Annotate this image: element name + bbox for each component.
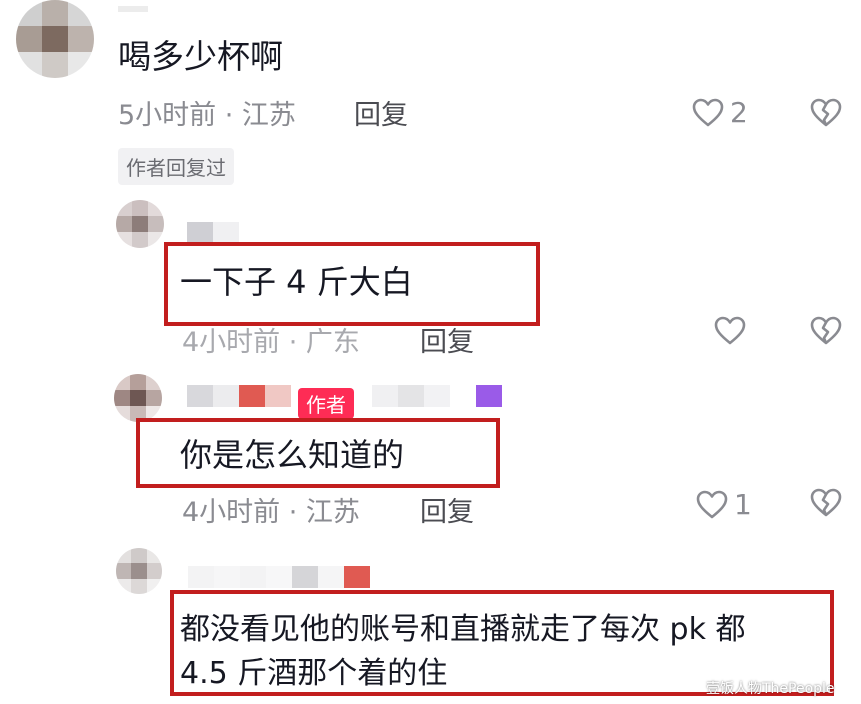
broken-heart-icon[interactable] xyxy=(810,98,842,128)
username-blurred[interactable] xyxy=(118,6,148,14)
broken-heart-icon[interactable] xyxy=(810,488,842,518)
comment-meta: 4小时前 · 广东 xyxy=(182,327,360,358)
broken-heart-icon[interactable] xyxy=(810,316,842,346)
avatar[interactable] xyxy=(114,374,162,422)
like-button[interactable]: 2 xyxy=(692,96,748,129)
comment-meta: 5小时前 · 江苏 xyxy=(118,100,296,131)
heart-outline-icon xyxy=(692,98,724,126)
username-blurred[interactable] xyxy=(187,385,291,407)
username-blurred[interactable] xyxy=(187,222,239,244)
author-replied-tag: 作者回复过 xyxy=(118,148,234,185)
reply-button[interactable]: 回复 xyxy=(354,93,408,132)
author-badge: 作者 xyxy=(298,388,354,419)
highlight-box xyxy=(136,418,500,488)
watermark: 壹饭人物ThePeople xyxy=(706,681,835,697)
like-button[interactable]: 1 xyxy=(696,488,752,521)
like-count: 1 xyxy=(734,488,752,521)
avatar[interactable] xyxy=(116,200,164,248)
username-blurred xyxy=(372,385,450,407)
username-blurred xyxy=(476,385,502,407)
heart-outline-icon xyxy=(696,490,728,518)
reply-button[interactable]: 回复 xyxy=(420,320,474,359)
avatar[interactable] xyxy=(116,548,162,594)
like-count: 2 xyxy=(730,96,748,129)
avatar[interactable] xyxy=(16,0,94,78)
comment-text: 喝多少杯啊 xyxy=(118,37,283,76)
comment-meta: 4小时前 · 江苏 xyxy=(182,497,360,528)
highlight-box xyxy=(164,242,540,326)
heart-outline-icon[interactable] xyxy=(714,316,746,346)
reply-button[interactable]: 回复 xyxy=(420,490,474,529)
username-blurred[interactable] xyxy=(188,566,370,588)
